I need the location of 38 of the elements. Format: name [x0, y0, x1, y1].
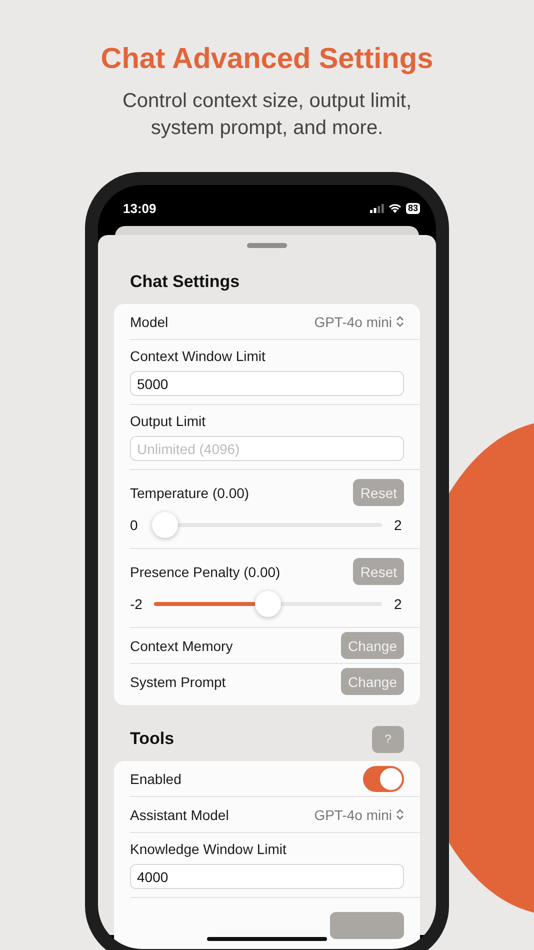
- field-label: Knowledge Window Limit: [130, 841, 288, 857]
- field-label: Output Limit: [130, 413, 206, 429]
- sheet-grabber[interactable]: [247, 243, 287, 248]
- subheadline: Control context size, output limit, system prompt, and more.: [121, 89, 412, 141]
- row-label: Temperature (0.00): [130, 484, 250, 500]
- model-picker[interactable]: GPT-4o mini: [314, 314, 404, 330]
- wifi-icon: [388, 203, 402, 213]
- row-label: Enabled: [130, 770, 182, 786]
- row-label: Assistant Model: [130, 806, 229, 822]
- field-label: Context Window Limit: [130, 348, 266, 364]
- reset-button[interactable]: Reset: [353, 479, 404, 506]
- slider-min: 0: [130, 517, 139, 533]
- reset-button[interactable]: Reset: [353, 558, 404, 585]
- change-button[interactable]: Change: [340, 668, 404, 695]
- input-field[interactable]: 5000: [130, 371, 404, 396]
- slider-max: 2: [394, 596, 403, 612]
- battery-level: 83: [406, 202, 420, 214]
- row-label: Context Memory: [130, 638, 233, 654]
- model-picker[interactable]: GPT-4o mini: [314, 806, 404, 822]
- headline: Chat Advanced Settings: [100, 42, 434, 76]
- change-button[interactable]: Change: [340, 632, 404, 659]
- input-field[interactable]: 4000: [130, 864, 404, 889]
- signal-icon: [370, 204, 384, 212]
- slider[interactable]: [152, 512, 382, 538]
- toggle-switch[interactable]: [363, 766, 404, 792]
- section-title: Chat Settings: [130, 272, 240, 292]
- chevron-updown-icon: [396, 316, 404, 327]
- slider-max: 2: [394, 517, 403, 533]
- input-field[interactable]: Unlimited (4096): [130, 436, 404, 461]
- section-title: Tools: [130, 729, 174, 749]
- slider-min: -2: [130, 596, 142, 612]
- status-time: 13:09: [123, 200, 156, 216]
- slider[interactable]: [154, 591, 382, 617]
- help-button[interactable]: ?: [372, 726, 404, 752]
- row-label: Presence Penalty (0.00): [130, 564, 280, 580]
- row-label: Model: [130, 314, 168, 330]
- chevron-updown-icon: [396, 809, 404, 820]
- row-label: System Prompt: [130, 674, 226, 690]
